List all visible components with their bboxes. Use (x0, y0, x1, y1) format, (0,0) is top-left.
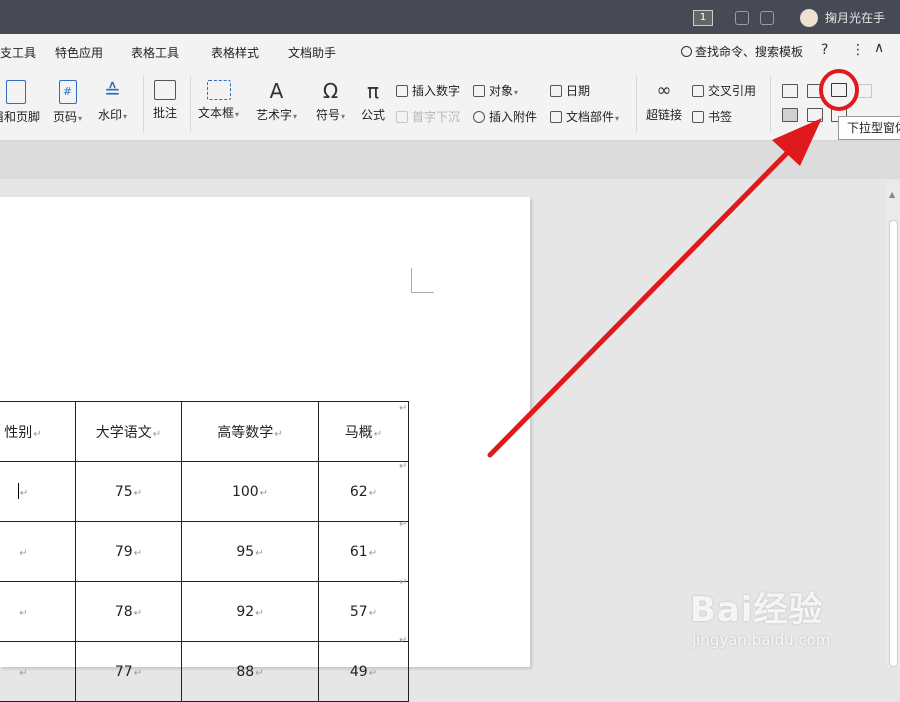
highlight-circle (819, 69, 859, 111)
watermark-brand: Bai经验 (690, 590, 824, 630)
annotation-overlay (487, 69, 859, 458)
watermark-logo: Bai经验 jingyan.baidu.com (690, 582, 830, 649)
watermark-url: jingyan.baidu.com (692, 631, 831, 649)
arrow-shaft (487, 147, 793, 458)
